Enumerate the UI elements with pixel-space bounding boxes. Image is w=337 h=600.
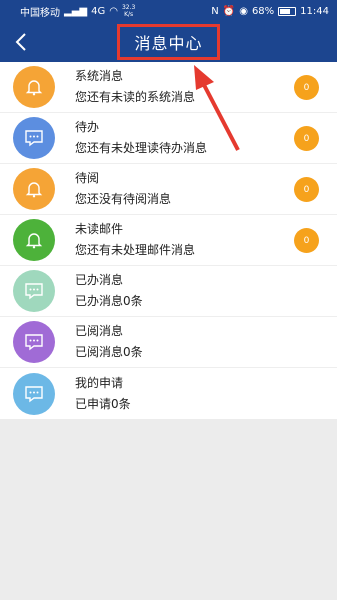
location-icon: ◉	[239, 5, 248, 17]
item-title: 已阅消息	[75, 324, 124, 338]
list-item[interactable]: 系统消息您还有未读的系统消息 0	[0, 62, 337, 113]
item-title: 我的申请	[75, 375, 124, 390]
item-text: 未读邮件您还有未处理邮件消息	[75, 222, 195, 258]
battery-percent: 68%	[251, 5, 275, 17]
item-text: 待阅您还没有待阅消息	[75, 171, 171, 207]
item-avatar	[13, 168, 55, 210]
chat-icon	[25, 334, 43, 351]
unread-count-badge: 0	[294, 75, 319, 100]
unread-count-badge: 0	[294, 177, 319, 202]
item-text: 我的申请已申请0条	[75, 376, 131, 412]
status-left: 中国移动 ▂▄▆ 4G ◠ 32.3 K/s	[20, 4, 135, 19]
item-title: 待办	[75, 120, 100, 134]
item-avatar	[13, 66, 55, 108]
nfc-icon: N	[211, 5, 219, 17]
chevron-left-icon	[15, 33, 26, 51]
item-avatar	[13, 372, 55, 415]
carrier-label: 中国移动	[20, 7, 60, 19]
chat-icon	[25, 385, 43, 402]
item-subtitle: 已阅消息0条	[75, 345, 143, 359]
item-avatar	[13, 117, 55, 159]
list-item[interactable]: 已办消息已办消息0条	[0, 266, 337, 317]
list-item[interactable]: 待阅您还没有待阅消息 0	[0, 164, 337, 215]
item-avatar	[13, 321, 55, 363]
unread-count-badge: 0	[294, 228, 319, 253]
battery-fill	[280, 8, 290, 14]
item-title: 未读邮件	[75, 222, 124, 236]
battery-icon	[278, 6, 297, 16]
chat-icon	[25, 283, 43, 300]
chat-icon	[25, 130, 43, 147]
app-header: 消息中心	[0, 22, 337, 62]
unread-count-badge: 0	[294, 126, 319, 151]
item-subtitle: 您还有未读的系统消息	[75, 90, 196, 104]
item-text: 已办消息已办消息0条	[75, 273, 143, 309]
item-avatar	[13, 270, 55, 312]
clock-time: 11:44	[300, 5, 329, 17]
speed-unit: K/s	[124, 11, 134, 18]
bell-icon	[25, 80, 43, 96]
item-text: 系统消息您还有未读的系统消息	[75, 69, 195, 105]
status-bar: 中国移动 ▂▄▆ 4G ◠ 32.3 K/s N ⏰ ◉ 68% 11:44	[0, 0, 337, 22]
bell-icon	[25, 182, 43, 198]
list-item[interactable]: 我的申请已申请0条	[0, 368, 337, 419]
item-subtitle: 您还有未处理读待办消息	[75, 141, 208, 155]
page-title: 消息中心	[117, 24, 220, 60]
item-avatar	[13, 219, 55, 261]
status-right: N ⏰ ◉ 68% 11:44	[211, 6, 329, 17]
signal-icon: ▂▄▆	[64, 5, 88, 17]
network-type: 4G	[91, 5, 106, 17]
item-title: 已办消息	[75, 273, 124, 287]
item-text: 待办您还有未处理读待办消息	[75, 120, 207, 156]
alarm-icon: ⏰	[222, 5, 236, 17]
bell-icon	[25, 233, 43, 249]
list-item[interactable]: 已阅消息已阅消息0条	[0, 317, 337, 368]
page-title-text: 消息中心	[134, 34, 203, 53]
item-subtitle: 已申请0条	[75, 396, 131, 411]
item-subtitle: 您还有未处理邮件消息	[75, 243, 196, 257]
item-title: 待阅	[75, 171, 100, 185]
item-subtitle: 已办消息0条	[75, 294, 143, 308]
network-speed: 32.3 K/s	[122, 4, 135, 18]
list-item[interactable]: 未读邮件您还有未处理邮件消息 0	[0, 215, 337, 266]
back-button[interactable]	[6, 22, 36, 62]
item-subtitle: 您还没有待阅消息	[75, 192, 172, 206]
list-item[interactable]: 待办您还有未处理读待办消息 0	[0, 113, 337, 164]
message-list: 系统消息您还有未读的系统消息 0 待办您还有未处理读待办消息 0 待阅您还没有待阅消息 0…	[0, 62, 337, 419]
speed-value: 32.3	[121, 4, 136, 11]
item-text: 已阅消息已阅消息0条	[75, 324, 143, 360]
wifi-icon: ◠	[109, 5, 118, 17]
item-title: 系统消息	[75, 69, 124, 83]
